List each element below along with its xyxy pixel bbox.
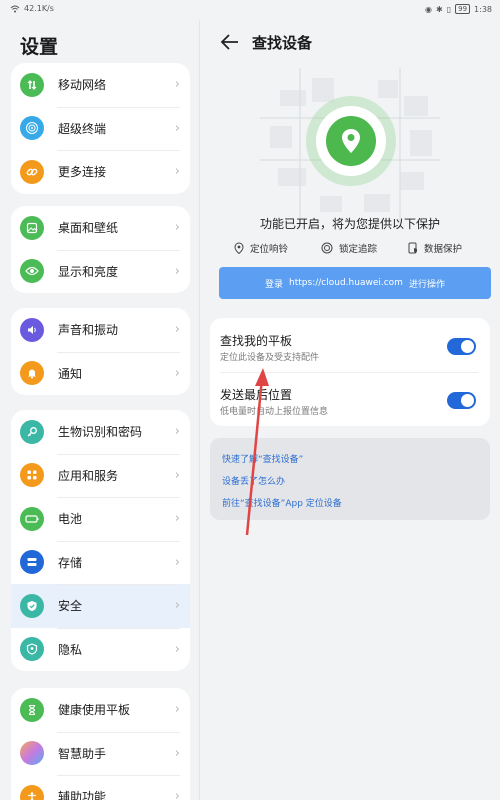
settings-item-label: 辅助功能 (58, 790, 107, 800)
chevron-right-icon: › (174, 263, 180, 279)
settings-item-digital-balance[interactable]: 健康使用平板 › (11, 688, 190, 732)
chevron-right-icon: › (174, 511, 180, 527)
settings-group-sound: 声音和振动 › 通知 › (11, 308, 190, 395)
settings-group-connectivity: 移动网络 › 超级终端 › 更多连接 › (11, 63, 190, 194)
battery-indicator: 99 (455, 4, 471, 14)
network-speed: 42.1K/s (24, 4, 54, 13)
settings-item-wallpaper[interactable]: 桌面和壁纸 › (11, 206, 190, 250)
chevron-right-icon: › (174, 120, 180, 136)
speaker-icon (20, 317, 44, 342)
super-device-icon (20, 116, 44, 141)
settings-item-super-device[interactable]: 超级终端 › (11, 106, 190, 151)
settings-item-privacy[interactable]: 隐私 › (11, 627, 190, 672)
hourglass-icon (20, 697, 44, 722)
shield-icon (20, 593, 44, 618)
settings-item-notifications[interactable]: 通知 › (11, 351, 190, 396)
settings-item-label: 健康使用平板 (58, 703, 131, 718)
settings-item-accessibility[interactable]: 辅助功能 › (11, 775, 190, 800)
chevron-right-icon: › (174, 702, 180, 718)
status-time: 1:38 (474, 4, 492, 14)
settings-item-label: 移动网络 (58, 78, 107, 93)
settings-list-panel: 设置 移动网络 › 超级终端 › 更多连接 › 桌面和壁纸 › 显示和亮度 › … (0, 20, 200, 800)
link-icon (20, 159, 44, 184)
settings-item-apps[interactable]: 应用和服务 › (11, 453, 190, 498)
settings-item-biometrics[interactable]: 生物识别和密码 › (11, 410, 190, 454)
settings-item-label: 显示和亮度 (58, 264, 119, 279)
settings-item-security[interactable]: 安全 › (11, 584, 190, 628)
settings-item-display[interactable]: 显示和亮度 › (11, 249, 190, 294)
chevron-right-icon: › (174, 745, 180, 761)
eye-comfort-icon: ◉ (425, 4, 432, 14)
wifi-icon (10, 5, 20, 12)
apps-icon (20, 463, 44, 488)
settings-group-display: 桌面和壁纸 › 显示和亮度 › (11, 206, 190, 293)
settings-item-battery[interactable]: 电池 › (11, 497, 190, 541)
chevron-right-icon: › (174, 164, 180, 180)
chevron-right-icon: › (174, 322, 180, 338)
vibrate-icon: ▯ (446, 4, 452, 14)
battery-icon (20, 506, 44, 531)
key-icon (20, 419, 44, 444)
settings-title: 设置 (20, 36, 59, 58)
chevron-right-icon: › (174, 554, 180, 570)
chevron-right-icon: › (174, 77, 180, 93)
find-device-panel: 查找设备 功能已开启，将为您提供以下保护 定位响铃 锁定追踪 数据保护 登录 h… (200, 20, 500, 800)
eye-icon (20, 259, 44, 284)
annotation-arrow (245, 368, 269, 536)
wallpaper-icon (20, 215, 44, 240)
chevron-right-icon: › (174, 365, 180, 381)
settings-item-label: 应用和服务 (58, 468, 119, 483)
settings-item-label: 生物识别和密码 (58, 425, 143, 440)
settings-item-storage[interactable]: 存储 › (11, 540, 190, 585)
storage-icon (20, 550, 44, 575)
status-bar: 42.1K/s ◉ ✱ ▯ 99 1:38 (0, 0, 500, 20)
chevron-right-icon: › (174, 789, 180, 800)
settings-item-label: 安全 (58, 599, 83, 614)
chevron-right-icon: › (174, 598, 180, 614)
settings-item-label: 存储 (58, 555, 83, 570)
settings-item-label: 声音和振动 (58, 323, 119, 338)
settings-item-assistant[interactable]: 智慧助手 › (11, 731, 190, 776)
accessibility-icon (20, 784, 44, 800)
settings-item-sound[interactable]: 声音和振动 › (11, 308, 190, 352)
settings-item-label: 更多连接 (58, 165, 107, 180)
privacy-icon (20, 637, 44, 662)
settings-item-mobile-network[interactable]: 移动网络 › (11, 63, 190, 107)
chevron-right-icon: › (174, 220, 180, 236)
settings-item-label: 桌面和壁纸 (58, 221, 119, 236)
chevron-right-icon: › (174, 641, 180, 657)
bluetooth-icon: ✱ (436, 4, 443, 14)
settings-item-label: 智慧助手 (58, 746, 107, 761)
bell-icon (20, 361, 44, 386)
settings-group-health: 健康使用平板 › 智慧助手 › 辅助功能 › (11, 688, 190, 800)
settings-item-label: 电池 (58, 512, 83, 527)
settings-item-more-connections[interactable]: 更多连接 › (11, 150, 190, 194)
assistant-icon (20, 741, 44, 766)
settings-item-label: 超级终端 (58, 121, 107, 136)
chevron-right-icon: › (174, 424, 180, 440)
chevron-right-icon: › (174, 467, 180, 483)
settings-item-label: 隐私 (58, 642, 83, 657)
settings-group-system: 生物识别和密码 › 应用和服务 › 电池 › 存储 › 安全 › 隐私 › (11, 410, 190, 671)
signal-icon (20, 72, 44, 97)
settings-item-label: 通知 (58, 366, 83, 381)
